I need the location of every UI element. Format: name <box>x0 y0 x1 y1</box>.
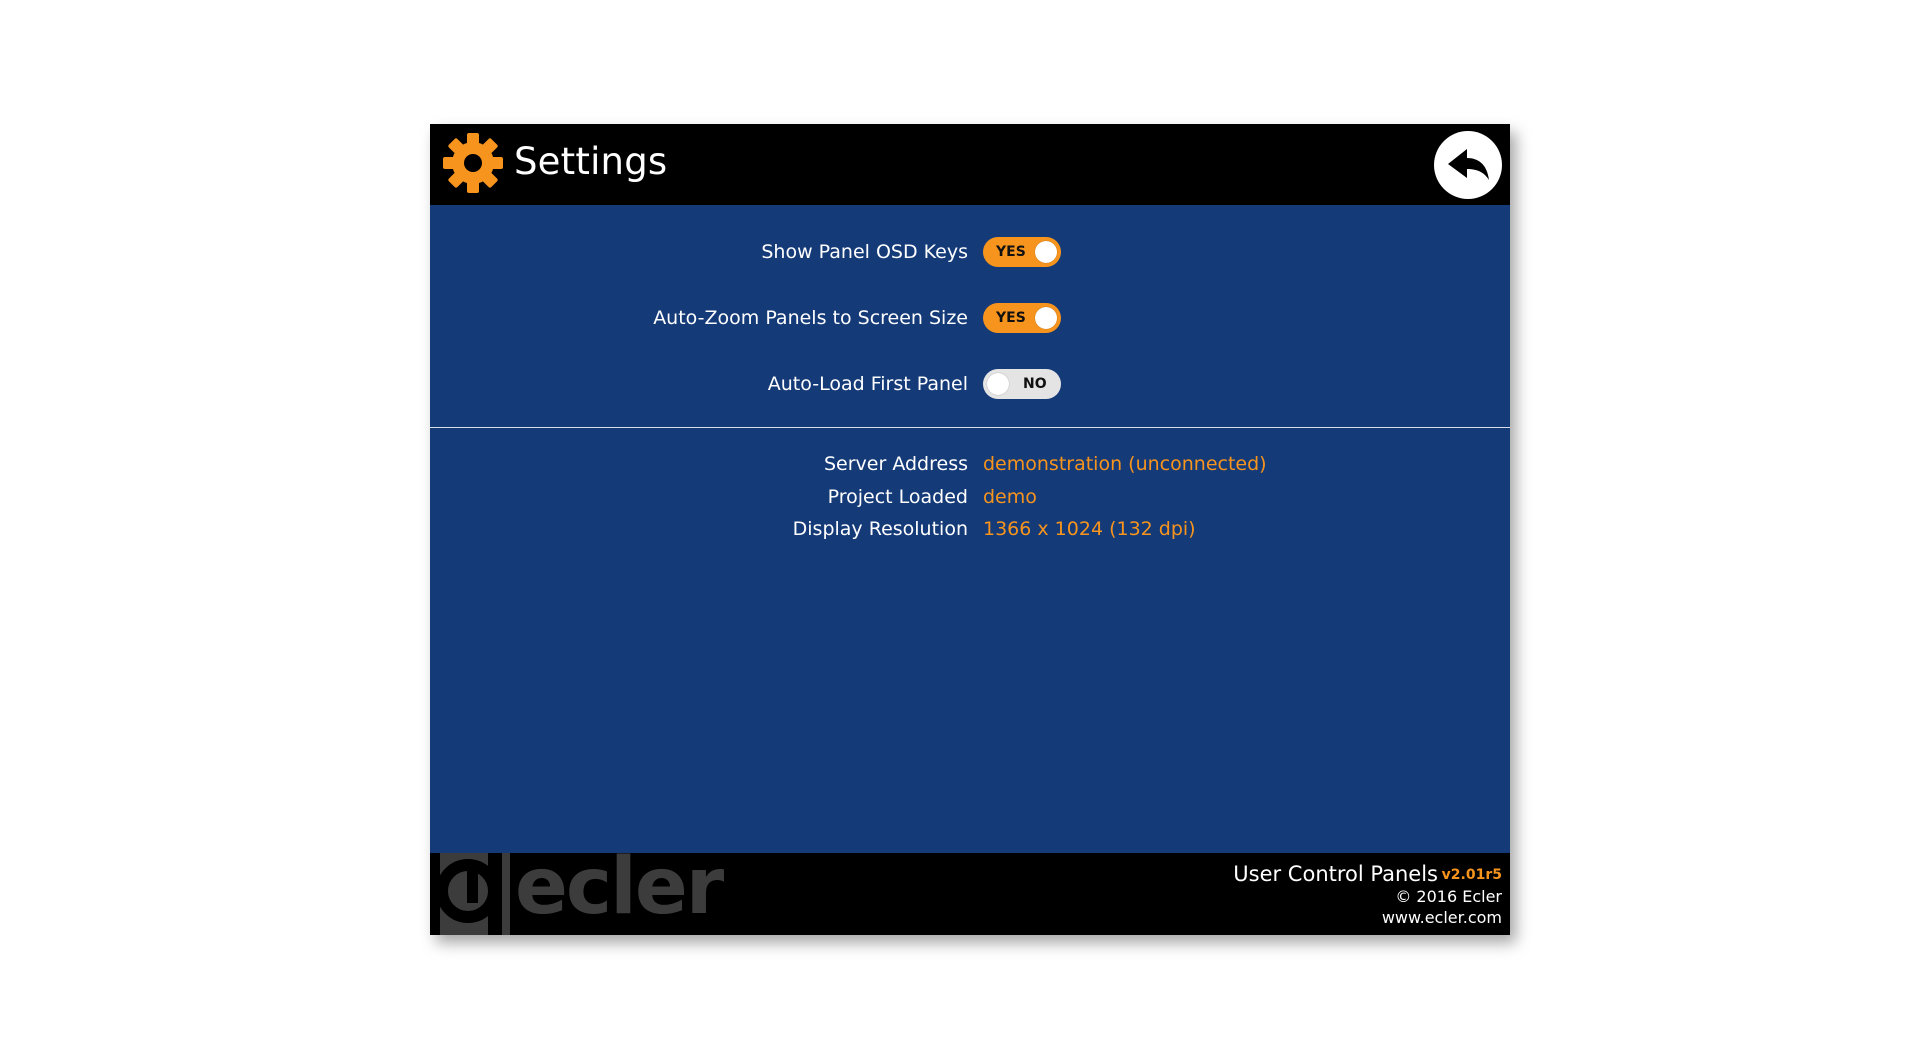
section-divider <box>430 427 1510 428</box>
version-badge: v2.01r5 <box>1441 867 1502 883</box>
toggle-state-text: NO <box>1023 376 1047 392</box>
toggle-auto-zoom[interactable]: YES <box>983 303 1061 333</box>
toggle-knob <box>1035 307 1057 329</box>
app-name: User Control Panels <box>1233 862 1438 886</box>
info-value-server-address: demonstration (unconnected) <box>983 453 1267 475</box>
ecler-logo: ecler <box>436 853 727 935</box>
toggle-auto-load[interactable]: NO <box>983 369 1061 399</box>
footer-bar: ecler User Control Panels v2.01r5 © 2016… <box>430 853 1510 935</box>
settings-window: Settings Show Panel OSD Keys YES Auto-Zo… <box>430 124 1510 935</box>
toggle-state-text: YES <box>996 310 1026 326</box>
toggle-knob <box>987 373 1009 395</box>
info-value-project-loaded: demo <box>983 486 1037 508</box>
logo-wordmark: ecler <box>515 853 725 932</box>
info-label-project-loaded: Project Loaded <box>827 486 968 508</box>
gear-icon <box>443 133 503 193</box>
copyright-text: © 2016 Ecler <box>1395 887 1502 906</box>
info-value-display-resolution: 1366 x 1024 (132 dpi) <box>983 518 1196 540</box>
option-label-osd-keys: Show Panel OSD Keys <box>761 241 968 263</box>
website-link[interactable]: www.ecler.com <box>1382 907 1502 929</box>
option-label-auto-zoom: Auto-Zoom Panels to Screen Size <box>653 307 968 329</box>
back-arrow-icon <box>1448 149 1489 180</box>
option-label-auto-load: Auto-Load First Panel <box>767 373 968 395</box>
info-label-server-address: Server Address <box>823 453 968 475</box>
toggle-knob <box>1035 241 1057 263</box>
header-bar: Settings <box>430 124 1510 205</box>
back-button[interactable] <box>1434 131 1502 199</box>
toggle-state-text: YES <box>996 244 1026 260</box>
page-title: Settings <box>514 140 668 183</box>
info-label-display-resolution: Display Resolution <box>792 518 968 540</box>
toggle-osd-keys[interactable]: YES <box>983 237 1061 267</box>
